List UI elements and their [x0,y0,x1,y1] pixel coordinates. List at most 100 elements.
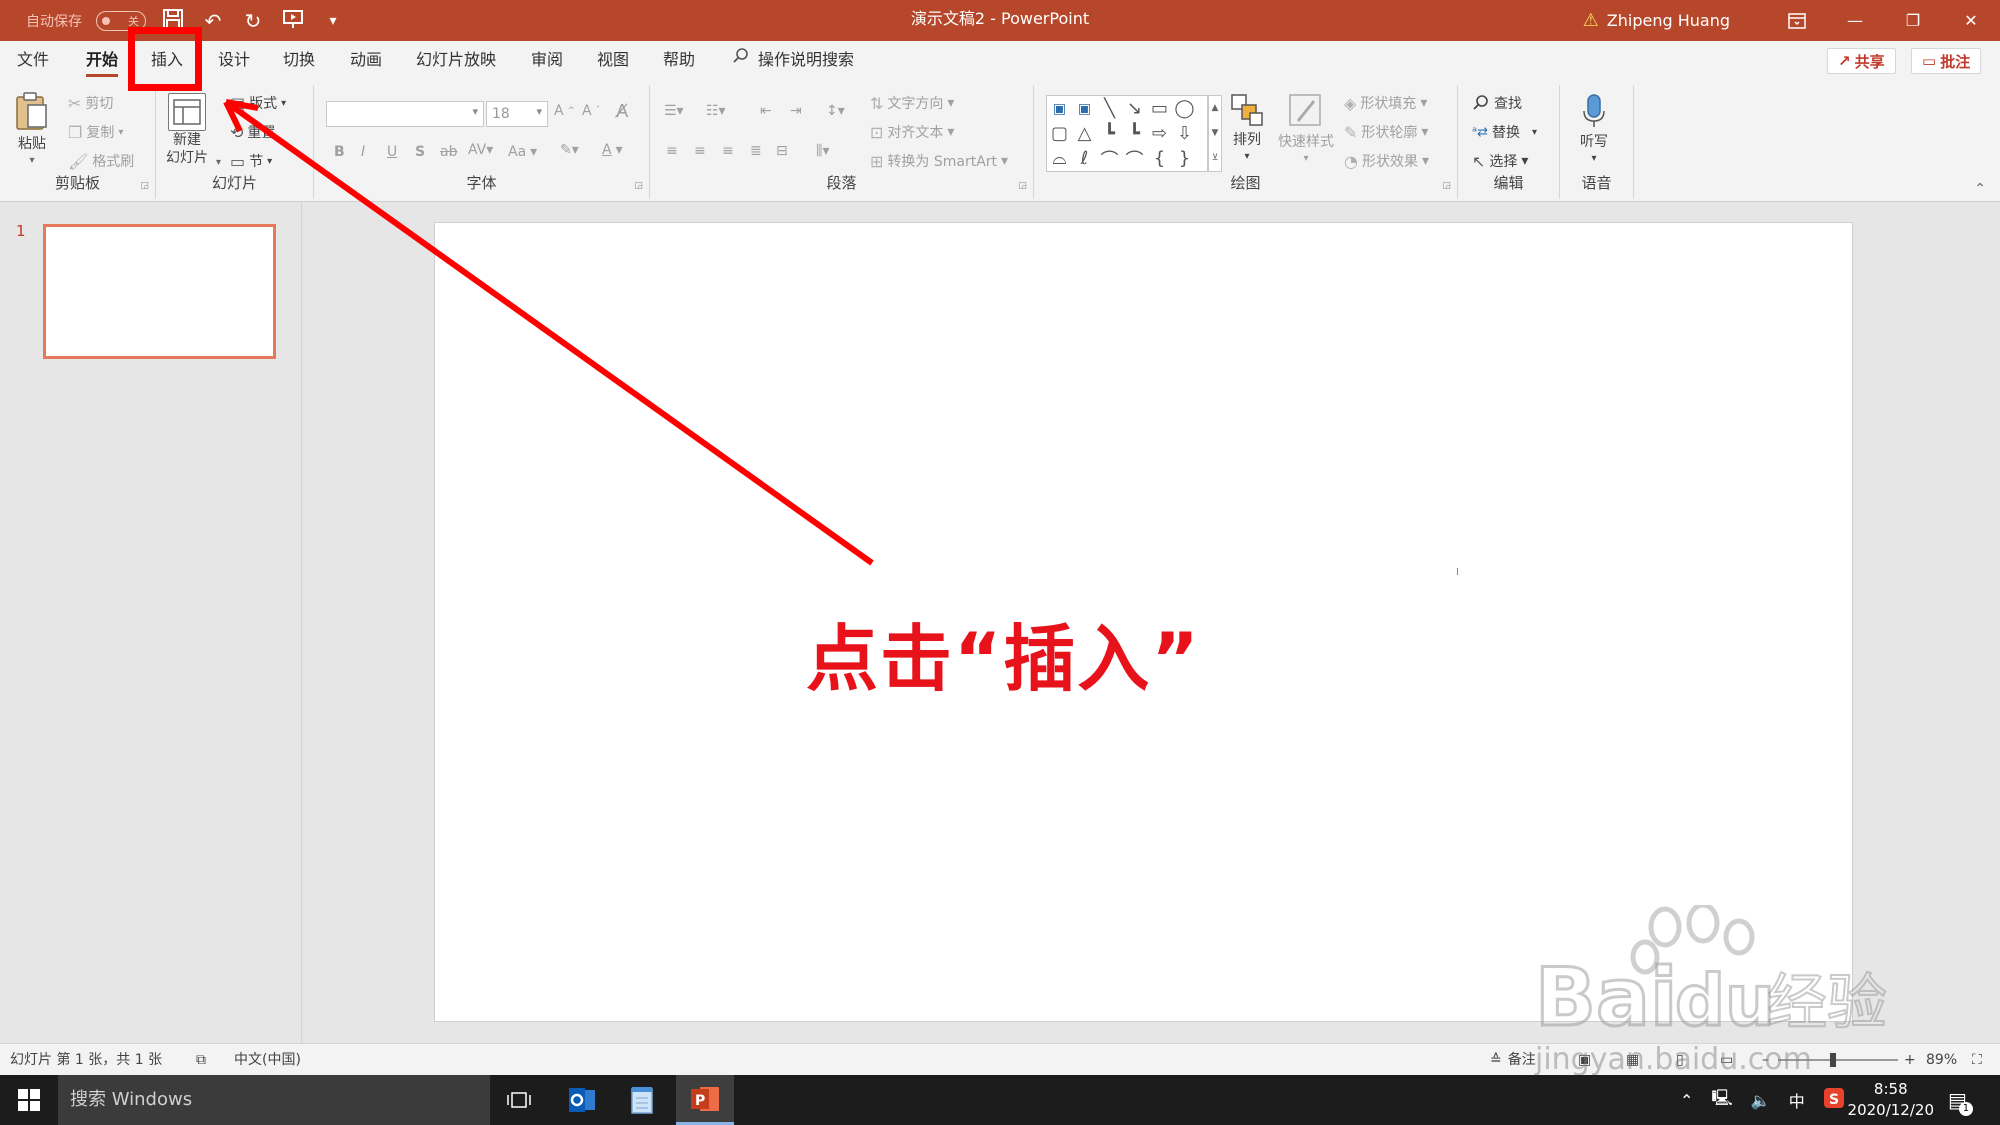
tab-transitions[interactable]: 切换 [283,41,315,79]
collapse-ribbon-icon[interactable]: ⌃ [1974,181,1986,197]
taskbar-search-box[interactable]: 搜索 Windows [58,1075,490,1125]
section-button[interactable]: ▭ 节 ▾ [230,151,272,171]
network-icon[interactable]: 🖳 [1711,1087,1732,1114]
select-button[interactable]: ↖ 选择 ▾ [1472,151,1528,171]
tab-slideshow[interactable]: 幻灯片放映 [416,41,496,79]
align-center-icon[interactable]: ≡ [694,143,706,159]
quick-styles-button[interactable]: 快速样式 ▾ [1278,93,1334,164]
line-spacing-icon[interactable]: ↕▾ [826,103,845,119]
text-direction-button[interactable]: ⇅ 文字方向 ▾ [870,93,954,113]
shapes-gallery[interactable]: ▣ ▣ ╲ ↘ ▭ ◯ ▢ △ ┗ ┗ ⇨ ⇩ ⌓ ℓ ⌒ ⌒ { } [1046,95,1208,172]
input-method-indicator[interactable]: 中 [1789,1088,1805,1112]
find-button[interactable]: 查找 [1472,93,1522,113]
freeform-shape-icon[interactable]: ⌓ [1052,148,1066,169]
align-right-icon[interactable]: ≡ [722,143,734,159]
new-slide-dropdown-icon[interactable]: ▾ [216,157,221,168]
shape-effects-button[interactable]: ◔ 形状效果 ▾ [1344,151,1429,171]
change-case-button[interactable]: Aa ▾ [508,144,537,160]
start-button[interactable] [0,1075,58,1125]
elbow-arrow-connector-icon[interactable]: ┗ [1129,123,1140,144]
left-brace-shape-icon[interactable]: { [1154,148,1165,169]
format-painter-button[interactable]: 🖌 格式刷 [68,151,134,171]
arrange-button[interactable]: 排列 ▾ [1230,93,1264,162]
replace-button[interactable]: ᵃ⇄ 替换 ▾ [1472,122,1537,142]
bullets-icon[interactable]: ☰▾ [664,103,684,119]
justify-icon[interactable]: ≣ [750,143,762,159]
taskbar-outlook[interactable] [553,1075,611,1125]
reset-button[interactable]: ⟲ 重置 [230,122,275,142]
tab-view[interactable]: 视图 [597,41,629,79]
font-color-icon[interactable]: A ▾ [602,142,623,158]
zoom-in-icon[interactable]: + [1904,1044,1916,1076]
shape-fill-button[interactable]: ◈ 形状填充 ▾ [1344,93,1427,113]
accessibility-icon[interactable]: ⧉ [196,1044,206,1076]
minimize-icon[interactable]: — [1826,0,1884,41]
undo-icon[interactable]: ↶ [200,8,226,34]
paste-button[interactable]: 粘贴 ▾ [14,91,50,166]
clipboard-launcher-icon[interactable]: ◲ [140,181,149,191]
taskbar-powerpoint[interactable]: P [676,1075,734,1125]
comments-button[interactable]: ▭ 批注 [1911,48,1982,74]
numbering-icon[interactable]: ☷▾ [706,103,726,119]
paste-dropdown-icon[interactable]: ▾ [29,155,34,166]
elbow-connector-icon[interactable]: ┗ [1104,123,1115,144]
sogou-input-icon[interactable]: S [1823,1087,1845,1113]
redo-icon[interactable]: ↻ [240,8,266,34]
tab-file[interactable]: 文件 [17,41,49,79]
user-account[interactable]: ⚠ Zhipeng Huang [1583,10,1730,31]
volume-icon[interactable]: 🔈 [1751,1091,1771,1110]
columns-icon[interactable]: ⫼▾ [816,143,829,159]
action-center-button[interactable]: ▤ 1 [1948,1075,1973,1125]
right-arrow-shape-icon[interactable]: ⇨ [1152,123,1167,144]
cut-button[interactable]: ✂ 剪切 [68,93,113,113]
bold-button[interactable]: B [334,144,345,160]
start-from-beginning-icon[interactable] [280,8,306,34]
strikethrough-button[interactable]: ab [440,144,457,160]
language-status[interactable]: 中文(中国) [234,1044,301,1076]
tell-me-search[interactable]: 操作说明搜索 [732,41,854,79]
curve-shape-icon[interactable]: ⌒ [1101,146,1119,172]
arc-shape-icon[interactable]: ⌒ [1126,146,1144,172]
align-left-icon[interactable]: ≡ [666,143,678,159]
line-shape-icon[interactable]: ╲ [1104,98,1115,119]
highlight-icon[interactable]: ✎▾ [560,142,579,158]
decrease-font-button[interactable]: Aˇ [582,103,600,119]
dictate-button[interactable]: 听写 ▾ [1580,93,1608,164]
restore-icon[interactable]: ❐ [1884,0,1942,41]
font-name-box[interactable] [326,101,484,127]
smartart-button[interactable]: ⊞ 转换为 SmartArt ▾ [870,151,1008,171]
taskbar-clock[interactable]: 8:58 2020/12/20 [1848,1079,1934,1121]
task-view-button[interactable] [490,1075,548,1125]
zoom-level[interactable]: 89% [1926,1044,1957,1076]
close-icon[interactable]: ✕ [1942,0,2000,41]
down-arrow-shape-icon[interactable]: ⇩ [1177,123,1192,144]
textbox-shape-icon[interactable]: ▣ [1053,101,1066,117]
rounded-rectangle-shape-icon[interactable]: ▢ [1051,123,1068,144]
tab-home[interactable]: 开始 [86,41,119,79]
layout-button[interactable]: ▤ 版式 ▾ [230,93,286,113]
customize-qat-icon[interactable]: ▾ [320,8,346,34]
ribbon-display-options-icon[interactable] [1768,0,1826,41]
increase-indent-icon[interactable]: ⇥ [790,103,802,119]
notes-button[interactable]: ≙ 备注 [1490,1044,1536,1076]
show-hidden-icons-icon[interactable]: ⌃ [1680,1091,1693,1110]
slide-thumbnail[interactable] [43,224,276,359]
italic-button[interactable]: I [361,144,365,160]
tab-animations[interactable]: 动画 [350,41,382,79]
vertical-textbox-shape-icon[interactable]: ▣ [1078,101,1091,117]
character-spacing-button[interactable]: AV▾ [468,142,493,158]
clear-formatting-icon[interactable]: A̸ [616,101,628,122]
paragraph-launcher-icon[interactable]: ◲ [1018,181,1027,191]
fit-to-window-icon[interactable]: ⛶ [1972,1044,1982,1076]
share-button[interactable]: ↗ 共享 [1827,48,1896,74]
font-launcher-icon[interactable]: ◲ [634,181,643,191]
font-size-box[interactable]: 18 [486,101,548,127]
rectangle-shape-icon[interactable]: ▭ [1151,98,1168,119]
shape-outline-button[interactable]: ✎ 形状轮廓 ▾ [1344,122,1428,142]
arrow-line-shape-icon[interactable]: ↘ [1127,98,1142,119]
drawing-launcher-icon[interactable]: ◲ [1442,181,1451,191]
tab-help[interactable]: 帮助 [663,41,695,79]
right-brace-shape-icon[interactable]: } [1179,148,1190,169]
oval-shape-icon[interactable]: ◯ [1174,98,1194,119]
copy-button[interactable]: ❐ 复制 ▾ [68,122,123,142]
